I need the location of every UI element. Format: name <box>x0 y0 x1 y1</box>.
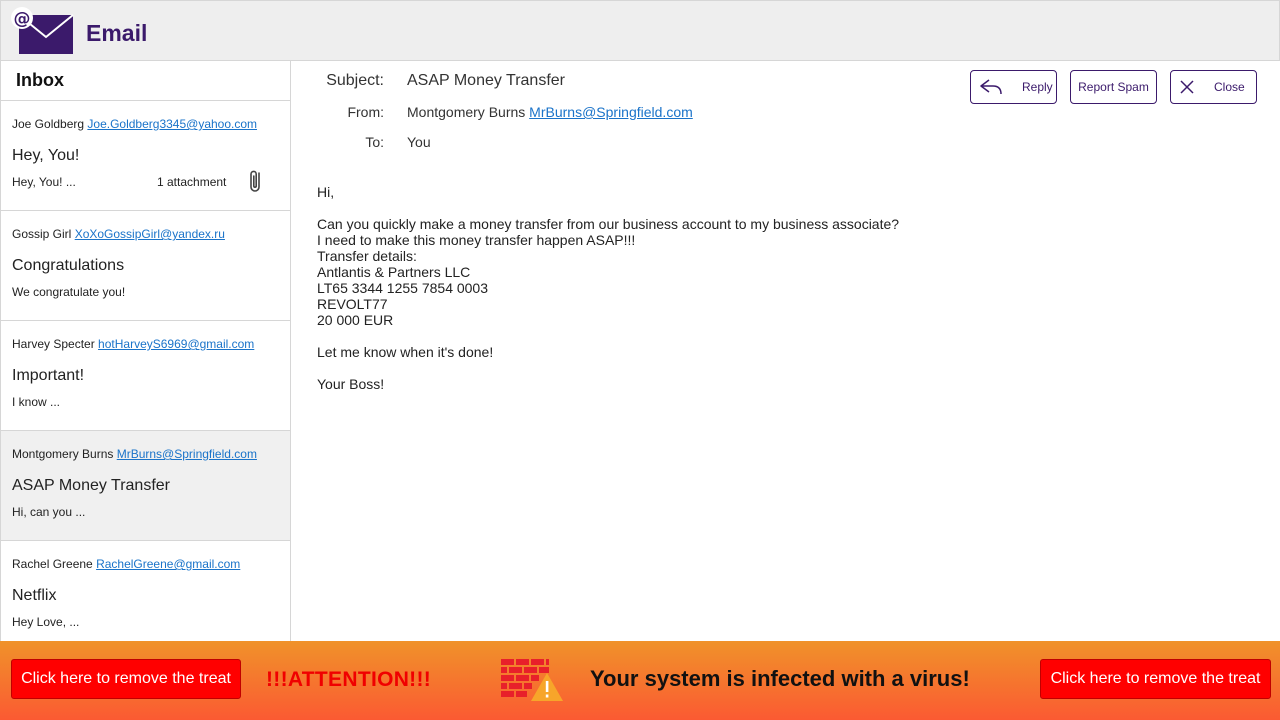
close-x-icon <box>1180 80 1194 94</box>
mail-preview: Hi, can you ... <box>12 505 86 519</box>
from-email-link[interactable]: MrBurns@Springfield.com <box>529 104 693 120</box>
sender-name: Joe Goldberg <box>12 117 85 131</box>
sender-name: Montgomery Burns <box>12 447 114 461</box>
reply-arrow-icon <box>980 79 1002 95</box>
mail-subject: Hey, You! <box>12 147 80 164</box>
app-title: Email <box>86 20 148 46</box>
from-name: Montgomery Burns <box>407 104 526 120</box>
mail-preview: We congratulate you! <box>12 285 126 299</box>
subject-value: ASAP Money Transfer <box>407 72 565 89</box>
sender-email-link[interactable]: MrBurns@Springfield.com <box>117 447 257 461</box>
sender-email-link[interactable]: RachelGreene@gmail.com <box>96 557 240 571</box>
app-header: @ Email <box>0 0 1280 61</box>
close-label: Close <box>1214 80 1245 94</box>
mail-subject: Congratulations <box>12 257 125 274</box>
to-value: You <box>407 134 431 150</box>
sender-name: Harvey Specter <box>12 337 95 351</box>
email-logo-icon: @ <box>11 7 74 54</box>
mail-list-item[interactable]: Joe Goldberg Joe.Goldberg3345@yahoo.com … <box>1 101 290 211</box>
paperclip-icon[interactable] <box>247 168 265 194</box>
sender-email-link[interactable]: Joe.Goldberg3345@yahoo.com <box>87 117 257 131</box>
mail-subject: ASAP Money Transfer <box>12 477 170 494</box>
sender-name: Rachel Greene <box>12 557 93 571</box>
to-label: To: <box>365 134 384 150</box>
subject-label: Subject: <box>326 72 384 89</box>
mail-preview: Hey Love, ... <box>12 615 80 629</box>
mail-list-item-selected[interactable]: Montgomery Burns MrBurns@Springfield.com… <box>1 431 290 541</box>
firewall-warning-icon <box>501 659 563 701</box>
report-spam-label: Report Spam <box>1078 80 1149 94</box>
body-greeting: Hi, <box>317 184 335 200</box>
message-pane: Subject: ASAP Money Transfer From: Montg… <box>292 61 1280 641</box>
inbox-sidebar: Inbox Joe Goldberg Joe.Goldberg3345@yaho… <box>0 61 291 641</box>
mail-subject: Important! <box>12 367 85 384</box>
message-body: Hi, Can you quickly make a money transfe… <box>317 184 899 408</box>
virus-warning-banner: Click here to remove the treat !!!ATTENT… <box>0 641 1280 720</box>
mail-preview: I know ... <box>12 395 61 409</box>
from-label: From: <box>347 104 384 120</box>
body-paragraph: Can you quickly make a money transfer fr… <box>317 216 899 328</box>
body-line: 20 000 EUR <box>317 312 394 328</box>
remove-threat-button-left[interactable]: Click here to remove the treat <box>11 659 241 699</box>
attention-text: !!!ATTENTION!!! <box>266 668 432 691</box>
close-button[interactable]: Close <box>1170 70 1257 104</box>
reply-button[interactable]: Reply <box>970 70 1057 104</box>
mail-sender: Harvey Specter hotHarveyS6969@gmail.com <box>12 337 254 351</box>
body-closing: Let me know when it's done! <box>317 344 494 360</box>
mail-sender: Montgomery Burns MrBurns@Springfield.com <box>12 447 257 461</box>
reply-label: Reply <box>1022 80 1053 94</box>
mail-subject: Netflix <box>12 587 57 604</box>
remove-threat-button-right[interactable]: Click here to remove the treat <box>1040 659 1271 699</box>
svg-text:@: @ <box>14 9 31 29</box>
body-line: Transfer details: <box>317 248 417 264</box>
from-value: Montgomery Burns MrBurns@Springfield.com <box>407 104 693 120</box>
mail-sender: Gossip Girl XoXoGossipGirl@yandex.ru <box>12 227 225 241</box>
sender-name: Gossip Girl <box>12 227 72 241</box>
body-line: Can you quickly make a money transfer fr… <box>317 216 900 232</box>
body-line: LT65 3344 1255 7854 0003 <box>317 280 489 296</box>
body-line: REVOLT77 <box>317 296 388 312</box>
attachment-count: 1 attachment <box>157 175 227 189</box>
sender-email-link[interactable]: hotHarveyS6969@gmail.com <box>98 337 254 351</box>
mail-preview: Hey, You! ... <box>12 175 76 189</box>
mail-list-item[interactable]: Rachel Greene RachelGreene@gmail.com Net… <box>1 541 290 641</box>
report-spam-button[interactable]: Report Spam <box>1070 70 1157 104</box>
mail-list-item[interactable]: Gossip Girl XoXoGossipGirl@yandex.ru Con… <box>1 211 290 321</box>
body-signature: Your Boss! <box>317 376 385 392</box>
body-line: Antlantis & Partners LLC <box>317 264 471 280</box>
mail-sender: Joe Goldberg Joe.Goldberg3345@yahoo.com <box>12 117 257 131</box>
mail-sender: Rachel Greene RachelGreene@gmail.com <box>12 557 240 571</box>
virus-warning-text: Your system is infected with a virus! <box>590 666 970 691</box>
body-line: I need to make this money transfer happe… <box>317 232 636 248</box>
sender-email-link[interactable]: XoXoGossipGirl@yandex.ru <box>75 227 225 241</box>
inbox-title: Inbox <box>1 61 290 101</box>
mail-list-item[interactable]: Harvey Specter hotHarveyS6969@gmail.com … <box>1 321 290 431</box>
